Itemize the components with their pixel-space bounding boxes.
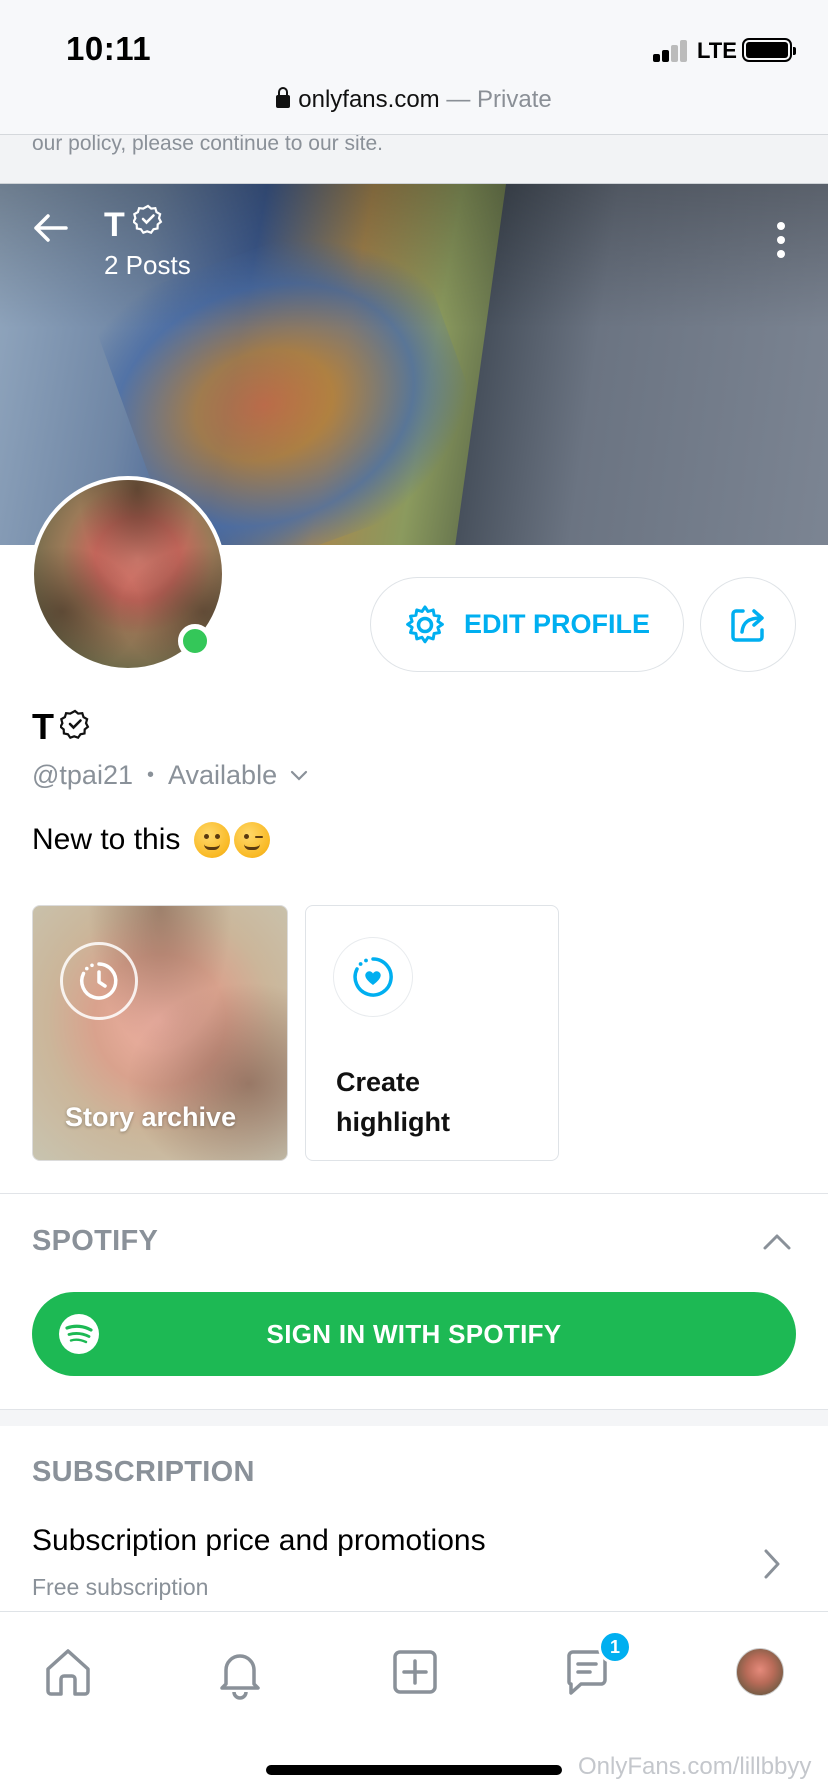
home-icon <box>46 1649 90 1696</box>
verified-icon <box>59 706 90 748</box>
handle-row: @tpai21 • Available <box>32 760 309 791</box>
tab-home[interactable] <box>38 1642 98 1702</box>
woozy-face-emoji <box>194 822 231 858</box>
signal-icon <box>653 38 689 62</box>
username: @tpai21 <box>32 760 133 790</box>
edit-profile-label: EDIT PROFILE <box>463 609 650 639</box>
chevron-right-icon <box>764 1549 780 1579</box>
cover-title: T <box>104 204 163 245</box>
verified-icon <box>131 204 163 243</box>
spotify-button-label: SIGN IN WITH SPOTIFY <box>266 1318 562 1349</box>
profile-name: T <box>32 706 90 748</box>
tab-new-post[interactable] <box>385 1642 445 1702</box>
status-bar: 10:11 LTE onlyfans.com — Private <box>0 0 828 134</box>
separator-dot: • <box>146 764 154 786</box>
spotify-signin-button[interactable]: SIGN IN WITH SPOTIFY <box>32 1292 796 1376</box>
bottom-tab-bar: 1 <box>0 1611 828 1733</box>
subscription-row-title: Subscription price and promotions <box>32 1524 486 1557</box>
watermark: OnlyFans.com/lillbbyy <box>578 1753 812 1780</box>
create-highlight-label: Create highlight <box>336 1067 450 1137</box>
subscription-price-row[interactable]: Subscription price and promotions Free s… <box>0 1510 828 1610</box>
url-separator: — <box>439 86 478 113</box>
notice-text: our policy, please continue to our site. <box>32 134 383 155</box>
cookie-notice: our policy, please continue to our site. <box>0 134 828 184</box>
posts-count: 2 Posts <box>104 250 191 280</box>
share-icon <box>731 608 764 642</box>
tab-profile-avatar[interactable] <box>736 1648 784 1696</box>
home-indicator[interactable] <box>266 1765 562 1775</box>
back-arrow-icon[interactable] <box>30 208 70 248</box>
url-domain: onlyfans.com <box>298 86 440 113</box>
heart-highlight-icon <box>333 937 413 1017</box>
chevron-up-icon[interactable] <box>762 1231 792 1251</box>
tab-notifications[interactable] <box>210 1642 270 1702</box>
edit-profile-button[interactable]: EDIT PROFILE <box>370 577 684 672</box>
network-label: LTE <box>697 38 737 63</box>
profile-bio: New to this <box>32 822 271 858</box>
create-highlight-card[interactable]: Create highlight <box>305 905 559 1161</box>
private-mode-label: Private <box>477 86 552 113</box>
section-gap <box>0 1410 828 1426</box>
share-button[interactable] <box>700 577 796 672</box>
plus-square-icon <box>393 1650 437 1694</box>
clock: 10:11 <box>66 30 152 67</box>
chevron-down-icon[interactable] <box>289 769 309 783</box>
story-archive-card[interactable]: Story archive <box>32 905 288 1161</box>
story-archive-label: Story archive <box>65 1102 237 1132</box>
history-clock-icon <box>60 942 138 1020</box>
spotify-icon <box>59 1314 99 1354</box>
subscription-section-title: SUBSCRIPTION <box>32 1456 255 1488</box>
gear-icon <box>406 605 444 643</box>
messages-badge: 1 <box>598 1630 632 1664</box>
availability-status[interactable]: Available <box>168 760 277 791</box>
subscription-row-subtitle: Free subscription <box>32 1574 209 1600</box>
winking-face-emoji <box>234 822 271 858</box>
more-options-icon[interactable] <box>776 222 786 258</box>
spotify-section-title: SPOTIFY <box>32 1225 159 1257</box>
display-name: T <box>32 706 54 747</box>
lock-icon <box>276 87 291 108</box>
divider <box>0 1193 828 1194</box>
battery-icon <box>742 38 796 62</box>
address-bar[interactable]: onlyfans.com — Private <box>0 86 828 114</box>
cover-name: T <box>104 206 125 244</box>
bell-icon <box>220 1654 260 1700</box>
bio-text: New to this <box>32 823 181 856</box>
online-status-dot <box>178 624 212 658</box>
